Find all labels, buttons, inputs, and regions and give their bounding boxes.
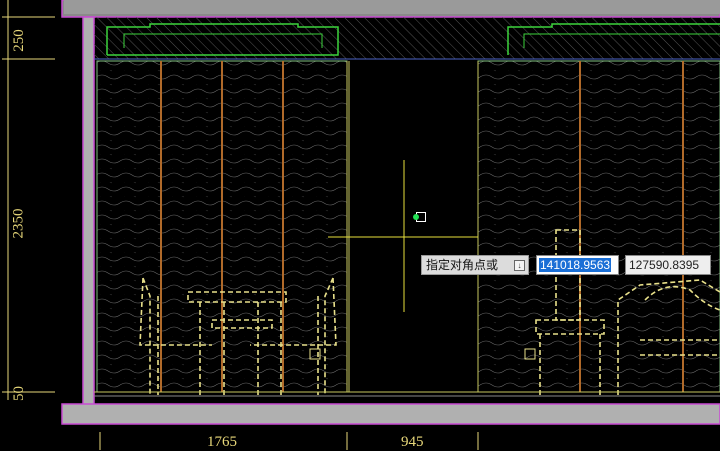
- floor: [61, 391, 720, 425]
- left-wall-column: [82, 16, 95, 406]
- dimension-label-middle: 2350: [10, 208, 27, 239]
- dimension-label-width-door: 945: [401, 434, 424, 450]
- doorway-opening: [348, 61, 479, 392]
- x-coordinate-input[interactable]: 141018.9563: [536, 255, 619, 275]
- left-wood-panel-wall: [96, 60, 348, 393]
- right-wood-panel-wall: [477, 60, 720, 393]
- y-coordinate-input[interactable]: 127590.8395: [625, 255, 711, 275]
- dimension-label-top: 250: [10, 29, 27, 52]
- dynamic-input-prompt: 指定对角点或 ↓: [421, 255, 529, 275]
- top-slab: [61, 0, 720, 18]
- dimension-label-bottom: 50: [11, 386, 27, 401]
- crosshair-cursor: [328, 160, 478, 312]
- left-dimension-line: [2, 0, 55, 400]
- options-arrow-icon[interactable]: ↓: [514, 260, 525, 271]
- dimension-label-width-left: 1765: [207, 434, 237, 450]
- snap-point-icon: [413, 214, 419, 220]
- cad-drawing-viewport[interactable]: [0, 0, 720, 450]
- x-coordinate-value: 141018.9563: [539, 258, 612, 272]
- prompt-text: 指定对角点或: [426, 258, 499, 272]
- y-coordinate-value: 127590.8395: [629, 258, 700, 272]
- ceiling-band: [94, 17, 720, 60]
